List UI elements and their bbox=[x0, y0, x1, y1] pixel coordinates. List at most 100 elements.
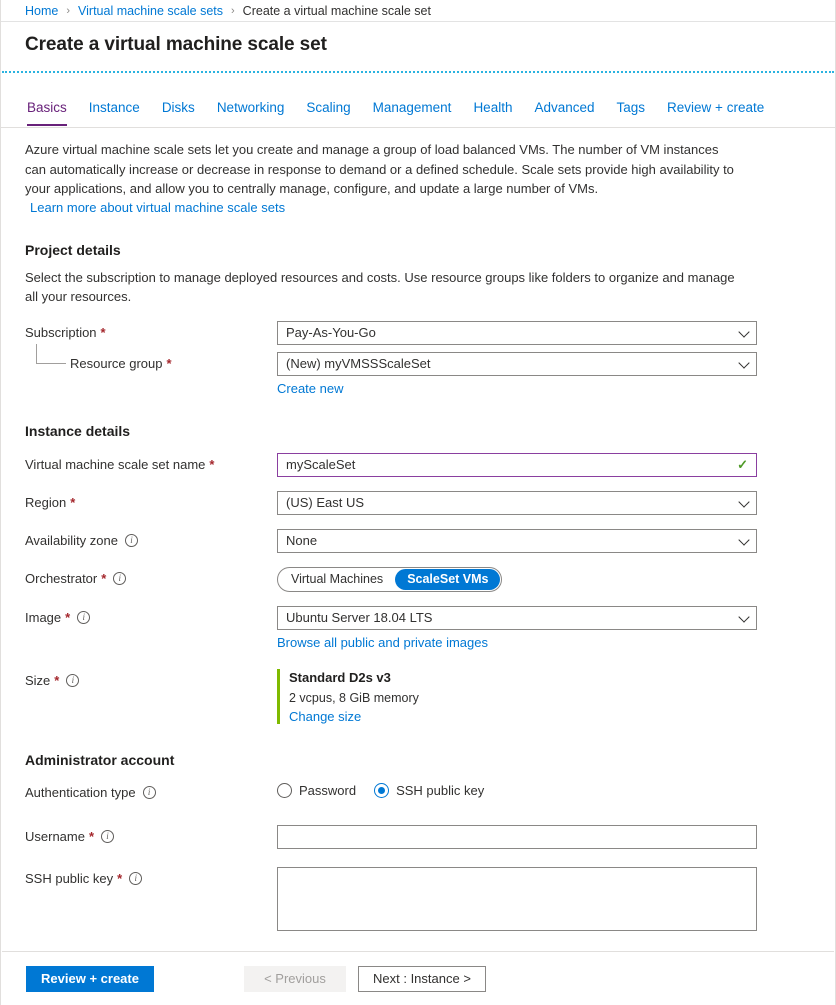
tab-label: Management bbox=[372, 100, 452, 115]
field-row-region: Region * (US) East US bbox=[25, 490, 811, 515]
orchestrator-toggle: Virtual Machines ScaleSet VMs bbox=[277, 566, 503, 592]
tab-label: Scaling bbox=[306, 100, 351, 115]
availability-zone-select[interactable]: None bbox=[277, 528, 757, 553]
next-instance-button[interactable]: Next : Instance > bbox=[358, 965, 486, 992]
region-select[interactable]: (US) East US bbox=[277, 490, 757, 515]
radio-option-password[interactable]: Password bbox=[277, 782, 357, 798]
tab-instance[interactable]: Instance bbox=[78, 98, 151, 126]
validation-check-icon: ✓ bbox=[737, 456, 748, 472]
wizard-tabs: Basics Instance Disks Networking Scaling… bbox=[1, 98, 835, 128]
radio-label: Password bbox=[299, 782, 357, 798]
label-text: Orchestrator bbox=[25, 570, 98, 586]
required-asterisk: * bbox=[209, 456, 215, 472]
progress-divider bbox=[2, 71, 834, 73]
radio-label: SSH public key bbox=[396, 782, 485, 798]
image-field-col: Ubuntu Server 18.04 LTS Browse all publi… bbox=[277, 605, 811, 650]
chevron-down-icon bbox=[738, 325, 750, 338]
tab-disks[interactable]: Disks bbox=[151, 98, 206, 126]
create-new-resource-group-link[interactable]: Create new bbox=[277, 381, 343, 396]
scale-set-name-field-col: myScaleSet ✓ bbox=[277, 452, 811, 477]
radio-option-ssh-public-key[interactable]: SSH public key bbox=[374, 782, 485, 798]
field-row-availability-zone: Availability zone i None bbox=[25, 528, 811, 553]
label-text: Authentication type bbox=[25, 784, 136, 800]
image-value: Ubuntu Server 18.04 LTS bbox=[286, 610, 433, 625]
chevron-down-icon bbox=[738, 356, 750, 369]
breadcrumb-item-vmss[interactable]: Virtual machine scale sets bbox=[78, 4, 223, 18]
scale-set-name-label: Virtual machine scale set name * bbox=[25, 453, 277, 472]
username-label: Username * i bbox=[25, 825, 277, 844]
tab-label: Health bbox=[473, 100, 513, 115]
field-row-orchestrator: Orchestrator * i Virtual Machines ScaleS… bbox=[25, 566, 811, 592]
label-text: Size bbox=[25, 672, 51, 688]
info-icon[interactable]: i bbox=[66, 673, 80, 687]
info-icon[interactable]: i bbox=[142, 785, 156, 799]
field-row-scale-set-name: Virtual machine scale set name * myScale… bbox=[25, 452, 811, 477]
page-title: Create a virtual machine scale set bbox=[25, 34, 327, 55]
section-title-instance-details: Instance details bbox=[25, 422, 131, 439]
section-title-project-details: Project details bbox=[25, 241, 121, 258]
portal-blade: Home › Virtual machine scale sets › Crea… bbox=[0, 0, 836, 1005]
field-row-subscription: Subscription * Pay-As-You-Go bbox=[25, 320, 811, 345]
info-icon[interactable]: i bbox=[113, 571, 127, 585]
scale-set-name-input[interactable]: myScaleSet ✓ bbox=[277, 452, 757, 477]
availability-zone-value: None bbox=[286, 533, 318, 548]
info-icon[interactable]: i bbox=[101, 829, 115, 843]
label-text: Availability zone bbox=[25, 532, 118, 548]
orchestrator-label: Orchestrator * i bbox=[25, 567, 277, 586]
tab-tags[interactable]: Tags bbox=[606, 98, 657, 126]
ssh-public-key-label: SSH public key * i bbox=[25, 867, 277, 886]
subscription-value: Pay-As-You-Go bbox=[286, 325, 376, 340]
ssh-public-key-textarea[interactable] bbox=[277, 866, 757, 931]
size-name: Standard D2s v3 bbox=[289, 669, 391, 685]
tab-networking[interactable]: Networking bbox=[206, 98, 296, 126]
required-asterisk: * bbox=[88, 828, 95, 844]
tab-scaling[interactable]: Scaling bbox=[295, 98, 361, 126]
tab-label: Disks bbox=[161, 100, 195, 115]
tab-label: Advanced bbox=[534, 100, 595, 115]
field-row-ssh-public-key: SSH public key * i bbox=[25, 866, 811, 931]
change-size-link[interactable]: Change size bbox=[289, 709, 361, 724]
tab-management[interactable]: Management bbox=[362, 98, 463, 126]
image-label: Image * i bbox=[25, 606, 277, 625]
resource-group-value: (New) myVMSSScaleSet bbox=[286, 356, 431, 371]
learn-more-link[interactable]: Learn more about virtual machine scale s… bbox=[30, 200, 811, 215]
orchestrator-option-virtual-machines[interactable]: Virtual Machines bbox=[279, 569, 395, 590]
tab-advanced[interactable]: Advanced bbox=[523, 98, 605, 126]
previous-button: < Previous bbox=[244, 965, 346, 992]
authentication-type-label: Authentication type i bbox=[25, 781, 277, 800]
tab-basics[interactable]: Basics bbox=[27, 98, 78, 126]
info-icon[interactable]: i bbox=[77, 610, 91, 624]
image-select[interactable]: Ubuntu Server 18.04 LTS bbox=[277, 605, 757, 630]
orchestrator-field-col: Virtual Machines ScaleSet VMs bbox=[277, 566, 811, 592]
label-text: Image bbox=[25, 609, 62, 625]
breadcrumb-item-home[interactable]: Home bbox=[25, 4, 58, 18]
tab-review-create[interactable]: Review + create bbox=[656, 98, 775, 126]
label-text: Region bbox=[25, 494, 67, 510]
size-field-col: Standard D2s v3 2 vcpus, 8 GiB memory Ch… bbox=[277, 668, 811, 724]
required-asterisk: * bbox=[65, 609, 71, 625]
authentication-type-field-col: Password SSH public key bbox=[277, 781, 811, 798]
orchestrator-option-scaleset-vms[interactable]: ScaleSet VMs bbox=[395, 568, 501, 590]
review-create-button[interactable]: Review + create bbox=[26, 965, 154, 992]
ssh-public-key-field-col bbox=[277, 866, 811, 931]
label-text: Resource group bbox=[70, 355, 163, 371]
intro-paragraph: Azure virtual machine scale sets let you… bbox=[25, 142, 734, 196]
availability-zone-label: Availability zone i bbox=[25, 529, 277, 548]
subscription-select[interactable]: Pay-As-You-Go bbox=[277, 320, 757, 345]
info-icon[interactable]: i bbox=[124, 533, 138, 547]
required-asterisk: * bbox=[100, 324, 106, 340]
region-label: Region * bbox=[25, 491, 277, 510]
browse-images-link[interactable]: Browse all public and private images bbox=[277, 635, 488, 650]
tab-label: Basics bbox=[27, 100, 67, 115]
size-label: Size * i bbox=[25, 669, 277, 688]
label-text: Subscription bbox=[25, 324, 97, 340]
tab-health[interactable]: Health bbox=[462, 98, 523, 126]
resource-group-select[interactable]: (New) myVMSSScaleSet bbox=[277, 351, 757, 376]
label-text: Username bbox=[25, 828, 85, 844]
required-asterisk: * bbox=[117, 870, 123, 886]
username-input[interactable] bbox=[277, 824, 757, 849]
tab-label: Review + create bbox=[667, 100, 765, 115]
info-icon[interactable]: i bbox=[129, 871, 143, 885]
breadcrumb: Home › Virtual machine scale sets › Crea… bbox=[1, 0, 835, 22]
breadcrumb-separator-icon: › bbox=[231, 4, 235, 17]
